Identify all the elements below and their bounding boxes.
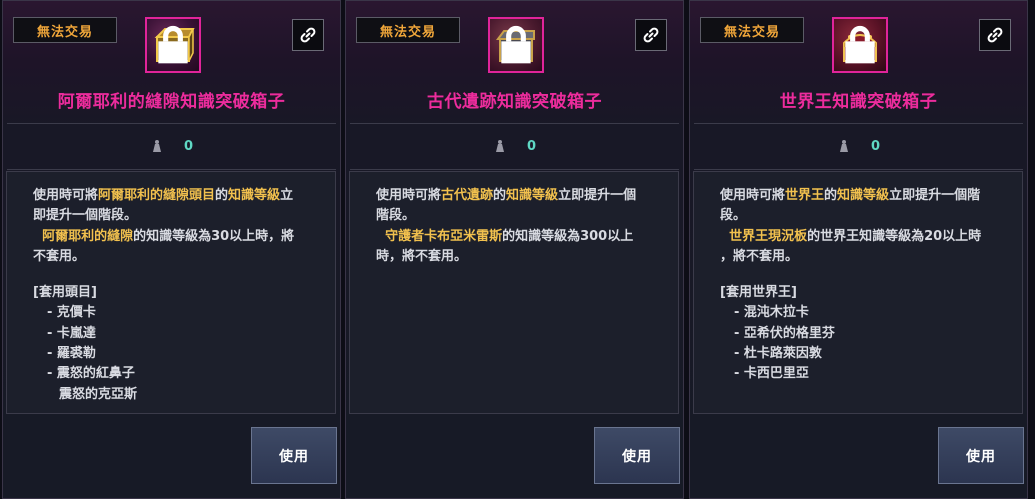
list-item: - 羅裘勒 <box>47 346 96 362</box>
desc-line: 階段。 <box>376 208 416 224</box>
stat-value: 0 <box>183 138 194 154</box>
desc-line: 段。 <box>720 208 747 224</box>
lock-icon <box>158 26 188 64</box>
lock-icon <box>501 26 531 64</box>
desc-line: 使用時可將阿爾耶利的縫隙頭目的知識等級立 <box>33 188 294 203</box>
divider <box>350 169 679 170</box>
treasure-box-icon <box>832 17 888 73</box>
list-item: - 杜卡路萊因敦 <box>734 346 822 362</box>
desc-line: 不套用。 <box>33 248 86 264</box>
stat-row: 0 <box>3 134 340 158</box>
item-name: 古代遺跡知識突破箱子 <box>427 92 602 112</box>
stat-row: 0 <box>346 134 683 158</box>
divider <box>7 123 336 124</box>
link-button[interactable] <box>635 19 667 51</box>
list-item: - 克價卡 <box>47 305 96 321</box>
desc-line: 守護者卡布亞米雷斯的知識等級為300以上 <box>385 228 634 244</box>
link-button[interactable] <box>979 19 1011 51</box>
item-description: 使用時可將阿爾耶利的縫隙頭目的知識等級立 即提升一個階段。 阿爾耶利的縫隙的知識… <box>6 171 336 414</box>
stat-value: 0 <box>870 138 881 154</box>
weight-icon <box>495 140 504 152</box>
list-item: - 卡嵐達 <box>47 325 96 341</box>
stat-row: 0 <box>690 134 1027 158</box>
divider <box>694 169 1023 170</box>
link-icon <box>987 27 1003 43</box>
divider <box>350 123 679 124</box>
treasure-box-icon <box>488 17 544 73</box>
list-item: - 卡西巴里亞 <box>734 366 809 382</box>
desc-line: 時，將不套用。 <box>376 248 468 264</box>
lock-icon <box>845 26 875 64</box>
untradeable-badge: 無法交易 <box>13 17 117 43</box>
list-item: - 亞希伏的格里芬 <box>734 325 835 341</box>
divider <box>694 123 1023 124</box>
item-tooltip-panel: 無法交易 古代遺跡知識突破箱子 0 使用時可將古代遺跡的知識等級立即提升一個 階… <box>345 0 684 499</box>
desc-line: 阿爾耶利的縫隙的知識等級為30以上時，將 <box>42 228 295 244</box>
desc-line: 即提升一個階段。 <box>33 208 138 224</box>
weight-icon <box>152 140 161 152</box>
list-item: - 混沌木拉卡 <box>734 305 809 321</box>
divider <box>7 169 336 170</box>
use-button[interactable]: 使用 <box>251 427 337 484</box>
item-description: 使用時可將世界王的知識等級立即提升一個階 段。 世界王現況板的世界王知識等級為2… <box>693 171 1023 414</box>
treasure-box-icon <box>145 17 201 73</box>
item-description: 使用時可將古代遺跡的知識等級立即提升一個 階段。 守護者卡布亞米雷斯的知識等級為… <box>349 171 679 414</box>
link-icon <box>643 27 659 43</box>
link-icon <box>300 27 316 43</box>
item-tooltip-panel: 無法交易 世界王知識突破箱子 0 使用時可將世界王的知識等級立即提升一個階 段。… <box>689 0 1028 499</box>
desc-line: 世界王現況板的世界王知識等級為20以上時 <box>729 228 982 244</box>
list-item: 震怒的克亞斯 <box>59 386 138 402</box>
stat-value: 0 <box>526 138 537 154</box>
list-header: [套用頭目] <box>33 285 97 301</box>
desc-line: 使用時可將古代遺跡的知識等級立即提升一個 <box>376 188 637 203</box>
item-tooltip-panel: 無法交易 阿爾耶利的縫隙知識突破箱子 0 使用時可將阿爾耶利的縫隙頭目的知識等級… <box>2 0 341 499</box>
list-header: [套用世界王] <box>720 285 797 301</box>
use-button[interactable]: 使用 <box>594 427 680 484</box>
link-button[interactable] <box>292 19 324 51</box>
desc-line: ，將不套用。 <box>720 248 799 264</box>
desc-line: 使用時可將世界王的知識等級立即提升一個階 <box>720 188 981 203</box>
item-name: 阿爾耶利的縫隙知識突破箱子 <box>57 92 286 112</box>
weight-icon <box>839 140 848 152</box>
untradeable-badge: 無法交易 <box>700 17 804 43</box>
untradeable-badge: 無法交易 <box>356 17 460 43</box>
use-button[interactable]: 使用 <box>938 427 1024 484</box>
list-item: - 震怒的紅鼻子 <box>47 366 135 382</box>
item-name: 世界王知識突破箱子 <box>779 92 938 112</box>
